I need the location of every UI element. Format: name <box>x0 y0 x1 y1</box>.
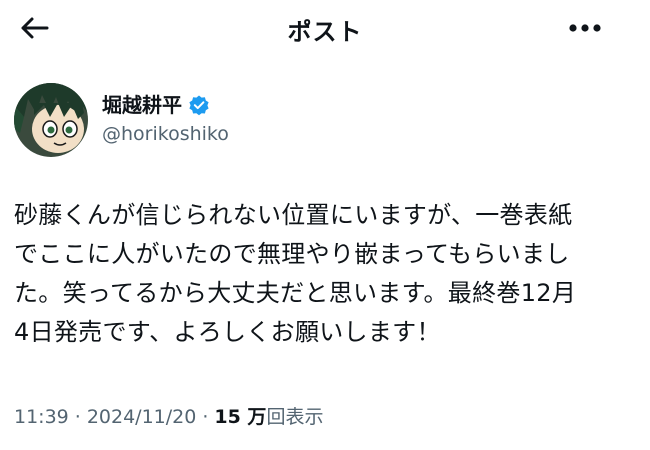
post-text-line: 砂藤くんが信じられない位置にいますが、一巻表紙 <box>14 201 573 229</box>
more-horizontal-icon <box>569 24 601 32</box>
post-text-line: た。笑ってるから大丈夫だと思います。最終巻12月 <box>14 279 577 307</box>
author-handle[interactable]: @horikoshiko <box>102 120 229 148</box>
post-text: 砂藤くんが信じられない位置にいますが、一巻表紙 でここに人がいたので無理やり嵌ま… <box>14 196 634 352</box>
author-block: 堀越耕平 @horikoshiko <box>14 82 229 158</box>
page-title: ポスト <box>287 18 363 46</box>
more-options-button[interactable] <box>560 12 610 44</box>
top-bar: ポスト <box>0 0 650 56</box>
verified-badge-icon <box>189 95 209 116</box>
post-text-line: 4日発売です、よろしくお願いします！ <box>14 318 441 346</box>
post-time[interactable]: 11:39 <box>14 406 69 428</box>
post-text-line: でここに人がいたので無理やり嵌まってもらいまし <box>14 240 570 268</box>
name-row: 堀越耕平 <box>102 92 229 118</box>
post-date[interactable]: 2024/11/20 <box>87 406 197 428</box>
avatar-illustration <box>14 83 88 157</box>
views-count: 15 万 <box>214 406 267 428</box>
author-display-name[interactable]: 堀越耕平 <box>102 92 182 118</box>
meta-separator: · <box>74 406 81 428</box>
post-meta: 11:39 · 2024/11/20 · 15 万 回表示 <box>14 402 323 429</box>
avatar[interactable] <box>14 83 88 157</box>
author-names: 堀越耕平 @horikoshiko <box>102 92 229 148</box>
meta-separator: · <box>202 406 209 428</box>
views-label: 回表示 <box>266 406 324 428</box>
